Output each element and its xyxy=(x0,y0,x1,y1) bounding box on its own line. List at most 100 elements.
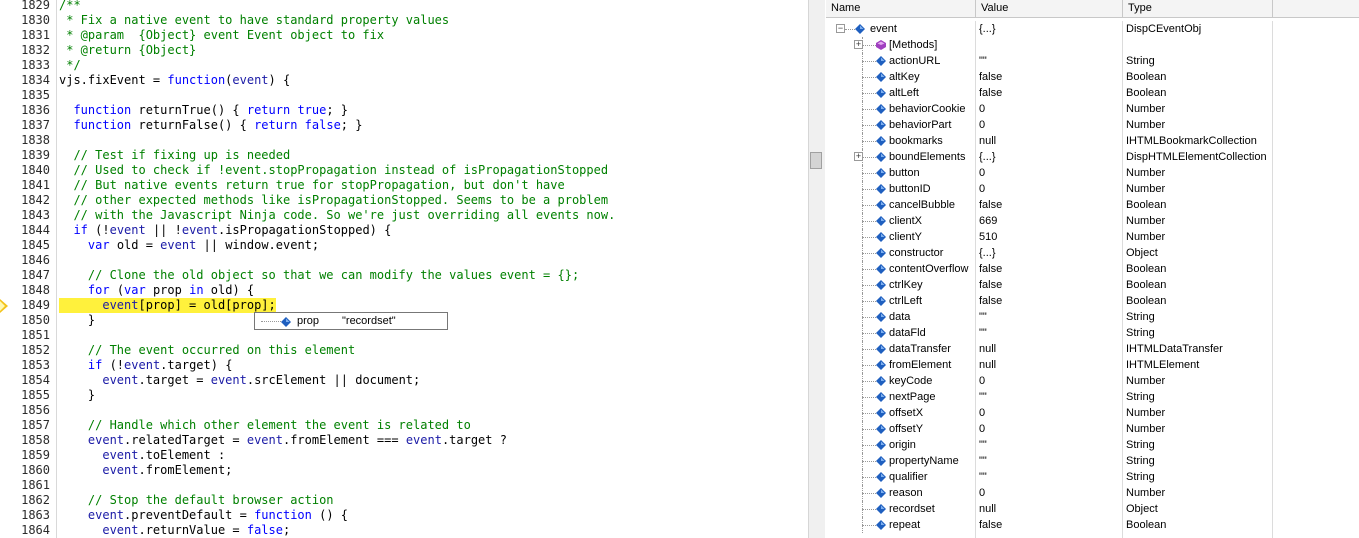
code-line[interactable]: 1844 if (!event || !event.isPropagationS… xyxy=(0,223,808,238)
locals-row[interactable]: actionURL "" String xyxy=(826,53,1359,69)
locals-row[interactable]: propertyName "" String xyxy=(826,453,1359,469)
code-line[interactable]: 1843 // with the Javascript Ninja code. … xyxy=(0,208,808,223)
column-header-name[interactable]: Name xyxy=(826,0,976,17)
row-value[interactable]: 0 xyxy=(976,165,1124,181)
row-value[interactable]: null xyxy=(976,357,1124,373)
row-value[interactable]: null xyxy=(976,133,1124,149)
locals-row[interactable]: nextPage "" String xyxy=(826,389,1359,405)
locals-row[interactable]: data "" String xyxy=(826,309,1359,325)
row-value[interactable]: {...} xyxy=(976,245,1124,261)
code-line[interactable]: 1851 xyxy=(0,328,808,343)
code-line[interactable]: 1848 for (var prop in old) { xyxy=(0,283,808,298)
row-value[interactable]: 0 xyxy=(976,405,1124,421)
locals-row[interactable]: cancelBubble false Boolean xyxy=(826,197,1359,213)
row-value[interactable]: false xyxy=(976,261,1124,277)
locals-row[interactable]: ctrlKey false Boolean xyxy=(826,277,1359,293)
row-value[interactable]: null xyxy=(976,501,1124,517)
row-value[interactable]: false xyxy=(976,85,1124,101)
code-line[interactable]: 1841 // But native events return true fo… xyxy=(0,178,808,193)
code-line[interactable]: 1856 xyxy=(0,403,808,418)
code-line[interactable]: 1835 xyxy=(0,88,808,103)
code-editor[interactable]: 1829/** 1830 * Fix a native event to have… xyxy=(0,0,808,538)
code-line[interactable]: 1834 vjs.fixEvent = function(event) { xyxy=(0,73,808,88)
expand-icon[interactable]: + xyxy=(854,40,863,49)
locals-row[interactable]: buttonID 0 Number xyxy=(826,181,1359,197)
row-value[interactable]: 0 xyxy=(976,181,1124,197)
code-line[interactable]: 1838 xyxy=(0,133,808,148)
locals-row[interactable]: qualifier "" String xyxy=(826,469,1359,485)
code-line[interactable]: 1853 if (!event.target) { xyxy=(0,358,808,373)
code-line[interactable]: 1829 /** xyxy=(0,0,808,13)
code-line[interactable]: 1861 xyxy=(0,478,808,493)
code-line[interactable]: 1858 event.relatedTarget = event.fromEle… xyxy=(0,433,808,448)
code-line[interactable]: 1832 * @return {Object} xyxy=(0,43,808,58)
column-header-type[interactable]: Type xyxy=(1123,0,1273,17)
row-value[interactable]: 510 xyxy=(976,229,1124,245)
row-value[interactable]: "" xyxy=(976,437,1124,453)
locals-row[interactable]: offsetY 0 Number xyxy=(826,421,1359,437)
locals-row[interactable]: origin "" String xyxy=(826,437,1359,453)
code-line[interactable]: 1857 // Handle which other element the e… xyxy=(0,418,808,433)
locals-row[interactable]: + boundElements {...} DispHTMLElementCollec… xyxy=(826,149,1359,165)
code-line[interactable]: 1860 event.fromElement; xyxy=(0,463,808,478)
code-line[interactable]: 1864 event.returnValue = false; xyxy=(0,523,808,538)
locals-row[interactable]: dataTransfer null IHTMLDataTransfer xyxy=(826,341,1359,357)
datatip-value[interactable]: "recordset" xyxy=(342,313,396,329)
code-line[interactable]: 1859 event.toElement : xyxy=(0,448,808,463)
locals-row[interactable]: recordset null Object xyxy=(826,501,1359,517)
row-value[interactable]: 0 xyxy=(976,485,1124,501)
code-line[interactable]: 1863 event.preventDefault = function () … xyxy=(0,508,808,523)
locals-row[interactable]: clientY 510 Number xyxy=(826,229,1359,245)
row-value[interactable]: "" xyxy=(976,469,1124,485)
code-line[interactable]: 1830 * Fix a native event to have standa… xyxy=(0,13,808,28)
locals-row[interactable]: repeat false Boolean xyxy=(826,517,1359,533)
locals-row[interactable]: clientX 669 Number xyxy=(826,213,1359,229)
row-value[interactable]: false xyxy=(976,293,1124,309)
code-line[interactable]: 1837 function returnFalse() { return fal… xyxy=(0,118,808,133)
row-value[interactable]: 669 xyxy=(976,213,1124,229)
row-value[interactable]: {...} xyxy=(976,149,1124,165)
datatip[interactable]: prop "recordset" xyxy=(254,312,448,330)
code-line[interactable]: 1847 // Clone the old object so that we … xyxy=(0,268,808,283)
locals-row[interactable]: contentOverflow false Boolean xyxy=(826,261,1359,277)
row-value[interactable]: false xyxy=(976,69,1124,85)
code-line[interactable]: 1854 event.target = event.srcElement || … xyxy=(0,373,808,388)
code-line[interactable]: 1852 // The event occurred on this eleme… xyxy=(0,343,808,358)
row-value[interactable]: 0 xyxy=(976,421,1124,437)
code-line[interactable]: 1845 var old = event || window.event; xyxy=(0,238,808,253)
locals-row[interactable]: fromElement null IHTMLElement xyxy=(826,357,1359,373)
locals-row[interactable]: button 0 Number xyxy=(826,165,1359,181)
locals-row[interactable]: ctrlLeft false Boolean xyxy=(826,293,1359,309)
locals-row[interactable]: bookmarks null IHTMLBookmarkCollection xyxy=(826,133,1359,149)
root-value[interactable]: {...} xyxy=(976,21,1124,37)
code-line[interactable]: 1855 } xyxy=(0,388,808,403)
code-line[interactable]: 1846 xyxy=(0,253,808,268)
row-value[interactable] xyxy=(976,37,1124,53)
expand-icon[interactable]: + xyxy=(854,152,863,161)
code-line[interactable]: 1842 // other expected methods like isPr… xyxy=(0,193,808,208)
row-value[interactable]: "" xyxy=(976,53,1124,69)
collapse-icon[interactable]: − xyxy=(836,24,845,33)
locals-row[interactable]: keyCode 0 Number xyxy=(826,373,1359,389)
code-line[interactable]: 1836 function returnTrue() { return true… xyxy=(0,103,808,118)
row-value[interactable]: "" xyxy=(976,453,1124,469)
row-value[interactable]: 0 xyxy=(976,117,1124,133)
row-value[interactable]: null xyxy=(976,341,1124,357)
row-value[interactable]: false xyxy=(976,197,1124,213)
row-value[interactable]: "" xyxy=(976,309,1124,325)
locals-row[interactable]: dataFld "" String xyxy=(826,325,1359,341)
locals-row[interactable]: + [Methods] xyxy=(826,37,1359,53)
row-value[interactable]: "" xyxy=(976,325,1124,341)
scrollbar-thumb[interactable] xyxy=(810,152,822,169)
row-value[interactable]: "" xyxy=(976,389,1124,405)
locals-row[interactable]: altKey false Boolean xyxy=(826,69,1359,85)
row-value[interactable]: 0 xyxy=(976,101,1124,117)
row-value[interactable]: false xyxy=(976,277,1124,293)
locals-row[interactable]: behaviorCookie 0 Number xyxy=(826,101,1359,117)
row-value[interactable]: 0 xyxy=(976,373,1124,389)
locals-row[interactable]: altLeft false Boolean xyxy=(826,85,1359,101)
code-line[interactable]: 1849 event[prop] = old[prop]; xyxy=(0,298,808,313)
locals-row[interactable]: constructor {...} Object xyxy=(826,245,1359,261)
row-value[interactable]: false xyxy=(976,517,1124,533)
locals-row[interactable]: offsetX 0 Number xyxy=(826,405,1359,421)
